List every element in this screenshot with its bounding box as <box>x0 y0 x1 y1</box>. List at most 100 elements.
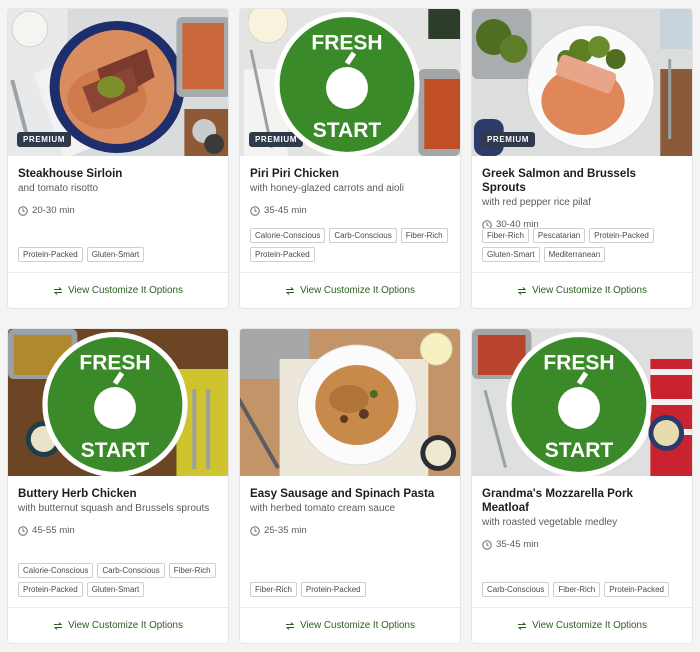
tag-list: Carb-Conscious Fiber-Rich Protein-Packed <box>482 582 684 597</box>
recipe-card-greek-salmon[interactable]: PREMIUM Greek Salmon and Brussels Sprout… <box>471 8 693 309</box>
tag-list: Fiber-Rich Pescatarian Protein-Packed Gl… <box>482 228 684 262</box>
recipe-photo <box>240 329 460 476</box>
tag: Fiber-Rich <box>400 228 448 243</box>
clock-icon <box>18 205 28 216</box>
tag: Fiber-Rich <box>168 563 216 578</box>
tag: Protein-Packed <box>604 582 669 597</box>
recipe-photo: PREMIUM <box>8 9 228 156</box>
svg-text:START: START <box>81 439 150 462</box>
tag: Gluten-Smart <box>86 247 145 262</box>
recipe-title: Easy Sausage and Spinach Pasta <box>250 487 435 500</box>
view-customize-options-link[interactable]: View Customize It Options <box>472 607 692 643</box>
view-customize-options-link[interactable]: View Customize It Options <box>8 272 228 308</box>
recipe-subtitle: with herbed tomato cream sauce <box>250 503 396 514</box>
tag-list: Calorie-Conscious Carb-Conscious Fiber-R… <box>250 228 452 262</box>
view-customize-options-link[interactable]: View Customize It Options <box>240 272 460 308</box>
recipe-title: Buttery Herb Chicken <box>18 487 137 500</box>
recipe-info: Steakhouse Sirloin and tomato risotto 20… <box>8 156 228 272</box>
tag: Carb-Conscious <box>329 228 397 243</box>
view-customize-options-label: View Customize It Options <box>300 620 415 631</box>
svg-text:START: START <box>313 119 382 142</box>
view-customize-options-link[interactable]: View Customize It Options <box>8 607 228 643</box>
swap-arrows-icon <box>285 286 295 295</box>
recipe-grid: PREMIUM Steakhouse Sirloin and tomato ri… <box>7 8 693 644</box>
tag: Calorie-Conscious <box>250 228 326 243</box>
premium-badge: PREMIUM <box>17 132 71 147</box>
tag: Fiber-Rich <box>482 228 529 243</box>
tag: Gluten-Smart <box>86 582 145 597</box>
recipe-card-sausage-spinach-pasta[interactable]: Easy Sausage and Spinach Pasta with herb… <box>239 328 461 644</box>
tag-list: Calorie-Conscious Carb-Conscious Fiber-R… <box>18 563 220 597</box>
prep-time: 35-45 min <box>482 539 682 550</box>
clock-icon <box>18 525 28 536</box>
recipe-photo: PREMIUM FRESH START <box>240 9 460 156</box>
tag-list: Protein-Packed Gluten-Smart <box>18 247 220 262</box>
recipe-photo: FRESH START <box>8 329 228 476</box>
tag: Protein-Packed <box>300 582 366 597</box>
recipe-info: Buttery Herb Chicken with butternut squa… <box>8 476 228 607</box>
view-customize-options-label: View Customize It Options <box>68 620 183 631</box>
recipe-subtitle: with roasted vegetable medley <box>482 517 618 528</box>
clock-icon <box>250 525 260 536</box>
prep-time-text: 20-30 min <box>32 205 75 216</box>
tag: Protein-Packed <box>18 247 83 262</box>
tag: Gluten-Smart <box>482 247 540 262</box>
recipe-title: Greek Salmon and Brussels Sprouts <box>482 167 637 194</box>
prep-time-text: 35-45 min <box>264 205 307 216</box>
recipe-photo: PREMIUM <box>472 9 692 156</box>
swap-arrows-icon <box>517 621 527 630</box>
recipe-card-mozzarella-pork-meatloaf[interactable]: FRESH START Grandma's Mozzarella Pork Me… <box>471 328 693 644</box>
view-customize-options-label: View Customize It Options <box>532 285 647 296</box>
tag: Fiber-Rich <box>553 582 601 597</box>
tag: Carb-Conscious <box>482 582 550 597</box>
swap-arrows-icon <box>53 286 63 295</box>
prep-time: 25-35 min <box>250 525 450 536</box>
prep-time-text: 45-55 min <box>32 525 75 536</box>
tag: Protein-Packed <box>250 247 315 262</box>
recipe-card-buttery-herb-chicken[interactable]: FRESH START Buttery Herb Chicken with bu… <box>7 328 229 644</box>
prep-time-text: 25-35 min <box>264 525 307 536</box>
prep-time: 45-55 min <box>18 525 218 536</box>
premium-badge: PREMIUM <box>481 132 535 147</box>
svg-text:START: START <box>545 439 614 462</box>
view-customize-options-link[interactable]: View Customize It Options <box>472 272 692 308</box>
swap-arrows-icon <box>285 621 295 630</box>
recipe-subtitle: with red pepper rice pilaf <box>482 197 591 208</box>
view-customize-options-label: View Customize It Options <box>300 285 415 296</box>
clock-icon <box>482 539 492 550</box>
prep-time: 35-45 min <box>250 205 450 216</box>
recipe-card-piri-piri-chicken[interactable]: PREMIUM FRESH START Piri Piri Chicken wi… <box>239 8 461 309</box>
tag-list: Fiber-Rich Protein-Packed <box>250 582 452 597</box>
recipe-info: Greek Salmon and Brussels Sprouts with r… <box>472 156 692 272</box>
recipe-photo: FRESH START <box>472 329 692 476</box>
tag: Mediterranean <box>543 247 606 262</box>
recipe-card-steakhouse-sirloin[interactable]: PREMIUM Steakhouse Sirloin and tomato ri… <box>7 8 229 309</box>
recipe-title: Grandma's Mozzarella Pork Meatloaf <box>482 487 633 514</box>
recipe-subtitle: with butternut squash and Brussels sprou… <box>18 503 210 514</box>
tag: Pescatarian <box>532 228 586 243</box>
svg-text:FRESH: FRESH <box>311 32 382 55</box>
swap-arrows-icon <box>517 286 527 295</box>
view-customize-options-link[interactable]: View Customize It Options <box>240 607 460 643</box>
tag: Calorie-Conscious <box>18 563 94 578</box>
view-customize-options-label: View Customize It Options <box>532 620 647 631</box>
recipe-info: Grandma's Mozzarella Pork Meatloaf with … <box>472 476 692 607</box>
tag: Carb-Conscious <box>97 563 165 578</box>
recipe-subtitle: and tomato risotto <box>18 183 99 194</box>
recipe-info: Piri Piri Chicken with honey-glazed carr… <box>240 156 460 272</box>
prep-time-text: 35-45 min <box>496 539 539 550</box>
view-customize-options-label: View Customize It Options <box>68 285 183 296</box>
swap-arrows-icon <box>53 621 63 630</box>
fresh-start-badge-icon: FRESH START <box>506 331 652 476</box>
recipe-title: Steakhouse Sirloin <box>18 167 123 180</box>
svg-text:FRESH: FRESH <box>543 352 614 375</box>
clock-icon <box>250 205 260 216</box>
recipe-info: Easy Sausage and Spinach Pasta with herb… <box>240 476 460 607</box>
prep-time: 20-30 min <box>18 205 218 216</box>
tag: Protein-Packed <box>589 228 654 243</box>
svg-text:FRESH: FRESH <box>79 352 150 375</box>
fresh-start-badge-icon: FRESH START <box>274 11 420 156</box>
recipe-subtitle: with honey-glazed carrots and aioli <box>250 183 404 194</box>
tag: Protein-Packed <box>18 582 83 597</box>
tag: Fiber-Rich <box>250 582 297 597</box>
